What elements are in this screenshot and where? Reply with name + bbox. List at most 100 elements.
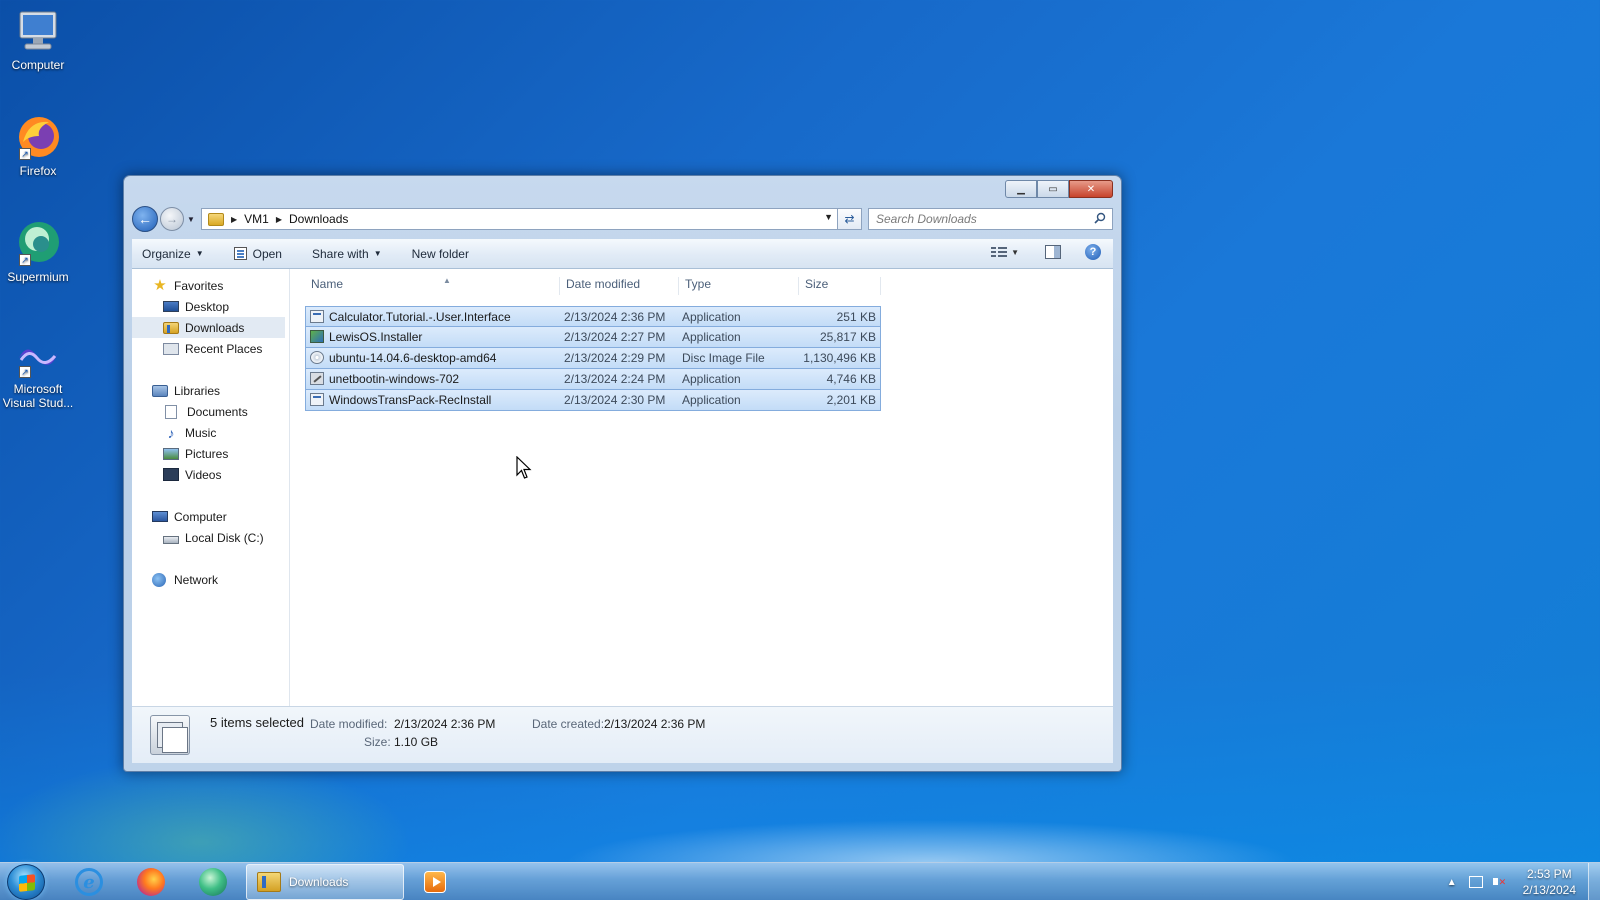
change-view-icon[interactable] [991, 245, 1008, 259]
organize-button[interactable]: Organize ▼ [142, 247, 204, 261]
file-date: 2/13/2024 2:27 PM [564, 330, 666, 344]
desktop-icon-firefox[interactable]: ↗ Firefox [2, 114, 74, 178]
nav-libraries[interactable]: Libraries [132, 380, 289, 401]
new-folder-button[interactable]: New folder [412, 247, 469, 261]
breadcrumb-separator-icon[interactable]: ▶ [276, 215, 282, 224]
taskbar-downloads-window[interactable]: Downloads [246, 864, 404, 900]
file-size: 25,817 KB [819, 330, 876, 344]
nav-item-downloads[interactable]: Downloads [132, 317, 285, 338]
forward-arrow-icon: → [166, 212, 178, 226]
show-hidden-icons-icon[interactable]: ▲ [1447, 877, 1457, 888]
system-tray: ▲ 2:53 PM 2/13/2024 [1447, 863, 1586, 900]
date-created-label: Date created: [532, 717, 605, 731]
breadcrumb-downloads[interactable]: Downloads [289, 212, 348, 226]
nav-item-videos[interactable]: Videos [132, 464, 289, 485]
show-desktop-button[interactable] [1588, 863, 1600, 900]
start-button[interactable] [7, 864, 45, 900]
folder-icon [208, 212, 224, 226]
column-header-size[interactable]: Size [799, 277, 881, 295]
breadcrumb-separator-icon[interactable]: ▶ [231, 215, 237, 224]
recent-pages-dropdown[interactable]: ▼ [185, 215, 197, 224]
application-icon [310, 393, 324, 406]
wrench-app-icon [310, 372, 324, 385]
column-header-date-modified[interactable]: Date modified [560, 277, 679, 295]
size-value: 1.10 GB [394, 735, 439, 749]
clock-date: 2/13/2024 [1522, 883, 1576, 897]
nav-computer[interactable]: Computer [132, 506, 289, 527]
maximize-button[interactable]: ▭ [1037, 180, 1069, 198]
nav-label: Local Disk (C:) [185, 530, 264, 545]
file-row[interactable]: ubuntu-14.04.6-desktop-amd64 2/13/2024 2… [305, 348, 881, 369]
desktop-icon-label: Supermium [7, 270, 69, 284]
nav-item-documents[interactable]: Documents [132, 401, 289, 422]
nav-item-recent-places[interactable]: Recent Places [132, 338, 289, 359]
file-date: 2/13/2024 2:30 PM [564, 393, 666, 407]
documents-icon [165, 404, 177, 419]
firefox-icon [137, 868, 165, 896]
back-button[interactable]: ← [132, 206, 158, 232]
column-label: Date modified [566, 277, 641, 291]
file-name: LewisOS.Installer [329, 330, 423, 344]
downloads-folder-icon [257, 872, 281, 892]
nav-label: Network [174, 572, 219, 587]
computer-icon [152, 511, 168, 522]
file-size: 4,746 KB [826, 372, 876, 386]
taskbar-firefox[interactable] [126, 866, 176, 898]
file-row[interactable]: LewisOS.Installer 2/13/2024 2:27 PM Appl… [305, 327, 881, 348]
clock-time: 2:53 PM [1526, 867, 1572, 881]
open-label: Open [252, 246, 282, 261]
search-input[interactable] [876, 212, 1076, 226]
explorer-window[interactable]: ▁ ▭ ✕ ← → ▼ ▶ VM1 ▶ Downloads ▼ ⇄ Organi… [123, 175, 1122, 772]
network-status-icon[interactable] [1468, 876, 1483, 888]
shortcut-arrow-icon: ↗ [19, 148, 31, 160]
file-list-pane[interactable]: Name ▲ Date modified Type Size Calculato… [291, 269, 1113, 706]
shortcut-arrow-icon: ↗ [19, 254, 31, 266]
volume-muted-icon[interactable] [1492, 875, 1507, 889]
help-icon[interactable]: ? [1085, 244, 1101, 260]
nav-item-desktop[interactable]: Desktop [132, 296, 289, 317]
close-button[interactable]: ✕ [1069, 180, 1113, 198]
file-row[interactable]: Calculator.Tutorial.-.User.Interface 2/1… [305, 306, 881, 327]
clock[interactable]: 2:53 PM 2/13/2024 [1523, 866, 1576, 898]
view-options-dropdown[interactable]: ▼ [1011, 248, 1019, 257]
address-bar[interactable]: ▶ VM1 ▶ Downloads ▼ [201, 208, 838, 230]
caption-buttons: ▁ ▭ ✕ [1005, 180, 1113, 198]
taskbar-media-player[interactable] [410, 866, 460, 898]
nav-item-local-disk[interactable]: Local Disk (C:) [132, 527, 289, 548]
firefox-icon: ↗ [15, 114, 61, 160]
recent-places-icon [163, 342, 179, 355]
desktop-icon-visual-studio[interactable]: ↗ Microsoft Visual Stud... [2, 338, 74, 410]
search-icon[interactable] [1094, 212, 1106, 224]
search-box[interactable] [868, 208, 1113, 230]
nav-item-pictures[interactable]: Pictures [132, 443, 289, 464]
size-label: Size: [364, 735, 391, 749]
videos-icon [163, 468, 179, 481]
file-row[interactable]: WindowsTransPack-RecInstall 2/13/2024 2:… [305, 390, 881, 411]
refresh-button[interactable]: ⇄ [838, 208, 862, 230]
desktop-icon-label-line2: Visual Stud... [2, 396, 74, 410]
column-header-type[interactable]: Type [679, 277, 799, 295]
share-with-label: Share with [311, 246, 369, 261]
star-icon: ★ [153, 276, 167, 294]
media-player-icon [424, 871, 446, 893]
breadcrumb-vm1[interactable]: VM1 [244, 212, 269, 226]
file-row[interactable]: unetbootin-windows-702 2/13/2024 2:24 PM… [305, 369, 881, 390]
preview-pane-icon[interactable] [1045, 245, 1061, 259]
computer-icon [15, 8, 61, 54]
address-history-dropdown[interactable]: ▼ [824, 212, 833, 222]
nav-favorites[interactable]: ★ Favorites [132, 275, 289, 296]
desktop-icon-supermium[interactable]: ↗ Supermium [2, 220, 74, 284]
share-with-button[interactable]: Share with ▼ [312, 247, 382, 261]
minimize-button[interactable]: ▁ [1005, 180, 1037, 198]
desktop-icon-label: Computer [11, 58, 65, 72]
file-type: Application [682, 393, 741, 407]
forward-button[interactable]: → [160, 207, 184, 231]
taskbar-internet-explorer[interactable]: e [64, 866, 114, 898]
taskbar-supermium[interactable] [188, 866, 238, 898]
column-header-name[interactable]: Name ▲ [305, 276, 560, 295]
nav-network[interactable]: Network [132, 569, 289, 590]
nav-item-music[interactable]: ♪ Music [132, 422, 289, 443]
desktop-icon-computer[interactable]: Computer [2, 8, 74, 72]
open-button[interactable]: Open [233, 246, 282, 261]
